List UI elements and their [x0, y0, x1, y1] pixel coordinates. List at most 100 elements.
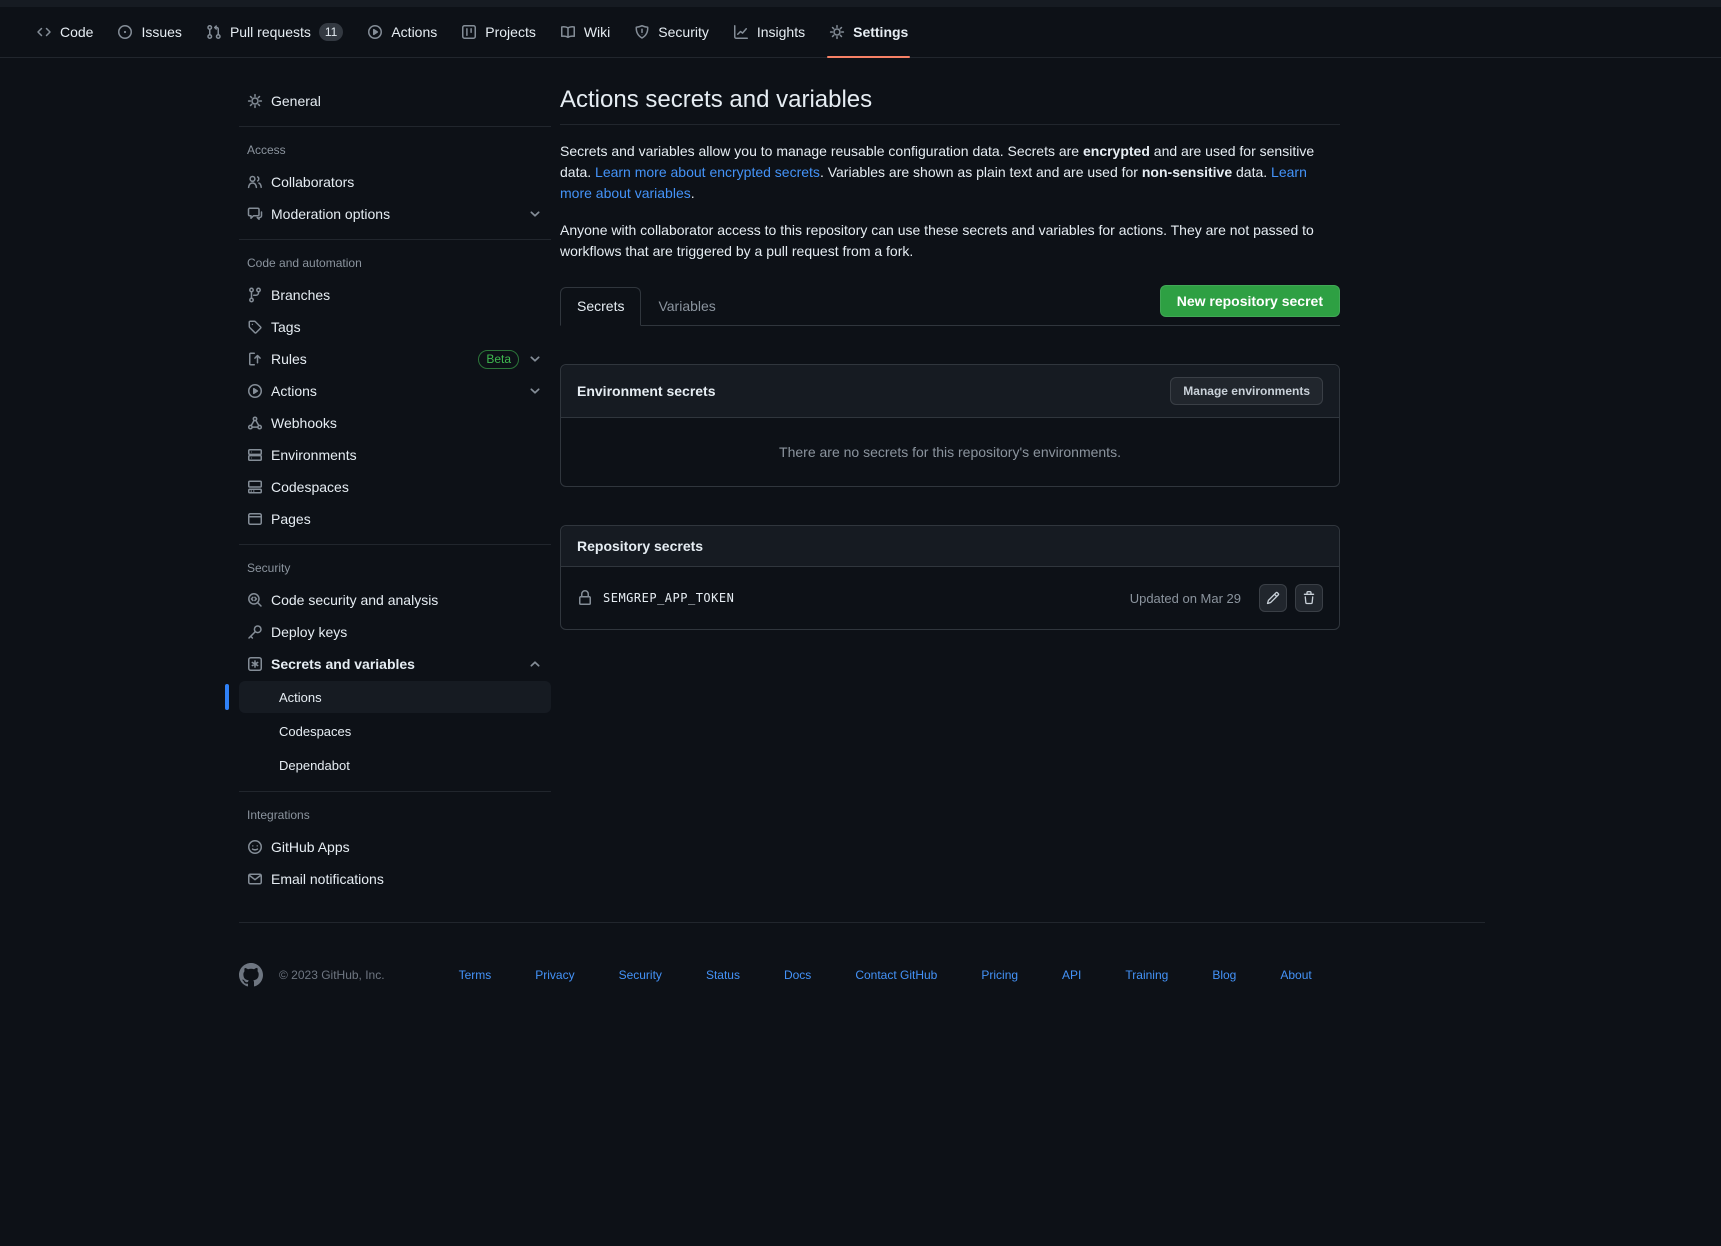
sidebar-item-label: Deploy keys	[271, 624, 347, 640]
lock-icon	[577, 590, 593, 606]
graph-icon	[733, 24, 749, 40]
footer-link-docs[interactable]: Docs	[784, 968, 811, 982]
nav-tab-label: Settings	[853, 17, 908, 47]
sidebar-subitem-actions[interactable]: Actions	[239, 681, 551, 713]
footer-link-blog[interactable]: Blog	[1212, 968, 1236, 982]
nav-tab-pull-requests[interactable]: Pull requests 11	[196, 16, 353, 48]
tab-secrets[interactable]: Secrets	[560, 287, 641, 326]
delete-secret-button[interactable]	[1295, 584, 1323, 612]
footer-links: Terms Privacy Security Status Docs Conta…	[459, 968, 1356, 982]
footer-link-training[interactable]: Training	[1125, 968, 1168, 982]
people-icon	[247, 174, 263, 190]
sidebar-item-tags[interactable]: Tags	[239, 312, 551, 342]
sidebar-item-secrets-and-variables[interactable]: Secrets and variables	[239, 649, 551, 679]
sidebar-item-label: Secrets and variables	[271, 656, 415, 672]
sidebar-item-label: Moderation options	[271, 206, 390, 222]
secrets-variables-tabnav: Secrets Variables New repository secret	[560, 286, 1340, 326]
nav-tab-wiki[interactable]: Wiki	[550, 16, 620, 48]
nav-tab-label: Projects	[485, 17, 536, 47]
sidebar-item-label: Collaborators	[271, 174, 354, 190]
sidebar-item-branches[interactable]: Branches	[239, 280, 551, 310]
beta-badge: Beta	[478, 350, 519, 369]
footer-link-privacy[interactable]: Privacy	[535, 968, 574, 982]
sidebar-subitem-dependabot[interactable]: Dependabot	[239, 749, 551, 781]
key-icon	[247, 624, 263, 640]
footer-link-terms[interactable]: Terms	[459, 968, 492, 982]
sidebar-section-access: Access	[239, 137, 551, 165]
footer-link-security[interactable]: Security	[619, 968, 662, 982]
secret-icon	[247, 656, 263, 672]
secret-name: SEMGREP_APP_TOKEN	[603, 591, 734, 605]
sidebar-item-deploy-keys[interactable]: Deploy keys	[239, 617, 551, 647]
sidebar-subitem-codespaces[interactable]: Codespaces	[239, 715, 551, 747]
sidebar-item-label: Rules	[271, 351, 307, 367]
sidebar-item-label: Environments	[271, 447, 357, 463]
sidebar-item-general[interactable]: General	[239, 86, 551, 116]
pencil-icon	[1266, 591, 1280, 605]
browser-icon	[247, 511, 263, 527]
manage-environments-button[interactable]: Manage environments	[1170, 377, 1323, 405]
sidebar-item-label: Webhooks	[271, 415, 337, 431]
footer-divider	[239, 922, 1485, 923]
settings-sidebar: General Access Collaborators Moderation …	[239, 84, 551, 896]
gear-icon	[247, 93, 263, 109]
secret-row: SEMGREP_APP_TOKEN Updated on Mar 29	[561, 567, 1339, 629]
play-icon	[367, 24, 383, 40]
gear-icon	[829, 24, 845, 40]
nav-tab-label: Actions	[391, 17, 437, 47]
nav-tab-actions[interactable]: Actions	[357, 16, 447, 48]
nav-tab-security[interactable]: Security	[624, 16, 719, 48]
new-repository-secret-button[interactable]: New repository secret	[1160, 285, 1340, 317]
sidebar-item-email-notifications[interactable]: Email notifications	[239, 864, 551, 894]
sidebar-item-label: Actions	[271, 383, 317, 399]
chevron-down-icon	[527, 383, 543, 399]
chevron-down-icon	[527, 351, 543, 367]
repository-secrets-box: Repository secrets SEMGREP_APP_TOKEN Upd…	[560, 525, 1340, 630]
footer-link-api[interactable]: API	[1062, 968, 1081, 982]
play-icon	[247, 383, 263, 399]
inline-link[interactable]: Learn more about encrypted secrets	[595, 164, 820, 180]
nav-tab-label: Security	[658, 17, 709, 47]
sidebar-item-rules[interactable]: Rules Beta	[239, 344, 551, 374]
edit-secret-button[interactable]	[1259, 584, 1287, 612]
sidebar-item-collaborators[interactable]: Collaborators	[239, 167, 551, 197]
nav-tab-settings[interactable]: Settings	[819, 16, 918, 48]
main-content: Actions secrets and variables Secrets an…	[560, 84, 1340, 630]
sidebar-item-codespaces[interactable]: Codespaces	[239, 472, 551, 502]
environment-secrets-box: Environment secrets Manage environments …	[560, 364, 1340, 487]
nav-tab-label: Wiki	[584, 17, 610, 47]
sidebar-item-code-security-and-analysis[interactable]: Code security and analysis	[239, 585, 551, 615]
sidebar-item-pages[interactable]: Pages	[239, 504, 551, 534]
page-title: Actions secrets and variables	[560, 84, 1340, 125]
footer-link-pricing[interactable]: Pricing	[981, 968, 1018, 982]
sidebar-item-moderation-options[interactable]: Moderation options	[239, 199, 551, 229]
comment-discussion-icon	[247, 206, 263, 222]
sidebar-item-webhooks[interactable]: Webhooks	[239, 408, 551, 438]
chevron-down-icon	[527, 206, 543, 222]
nav-tab-code[interactable]: Code	[26, 16, 103, 48]
sidebar-item-environments[interactable]: Environments	[239, 440, 551, 470]
footer-link-status[interactable]: Status	[706, 968, 740, 982]
server-icon	[247, 447, 263, 463]
footer-link-about[interactable]: About	[1280, 968, 1311, 982]
nav-tab-label: Issues	[141, 17, 181, 47]
book-icon	[560, 24, 576, 40]
sidebar-item-github-apps[interactable]: GitHub Apps	[239, 832, 551, 862]
codespaces-icon	[247, 479, 263, 495]
nav-tab-projects[interactable]: Projects	[451, 16, 546, 48]
sidebar-item-label: Branches	[271, 287, 330, 303]
tab-variables[interactable]: Variables	[641, 287, 732, 326]
sidebar-item-actions[interactable]: Actions	[239, 376, 551, 406]
nav-tab-insights[interactable]: Insights	[723, 16, 815, 48]
github-logo-icon[interactable]	[239, 963, 263, 987]
sidebar-section-security: Security	[239, 555, 551, 583]
nav-tab-issues[interactable]: Issues	[107, 16, 191, 48]
tag-icon	[247, 319, 263, 335]
footer-link-contact-github[interactable]: Contact GitHub	[855, 968, 937, 982]
sidebar-item-label: Actions	[279, 690, 322, 705]
intro-paragraph: Secrets and variables allow you to manag…	[560, 141, 1340, 204]
shield-icon	[634, 24, 650, 40]
repository-secrets-header: Repository secrets	[561, 526, 1339, 567]
pull-requests-count-badge: 11	[319, 23, 343, 41]
fork-note-paragraph: Anyone with collaborator access to this …	[560, 220, 1340, 262]
